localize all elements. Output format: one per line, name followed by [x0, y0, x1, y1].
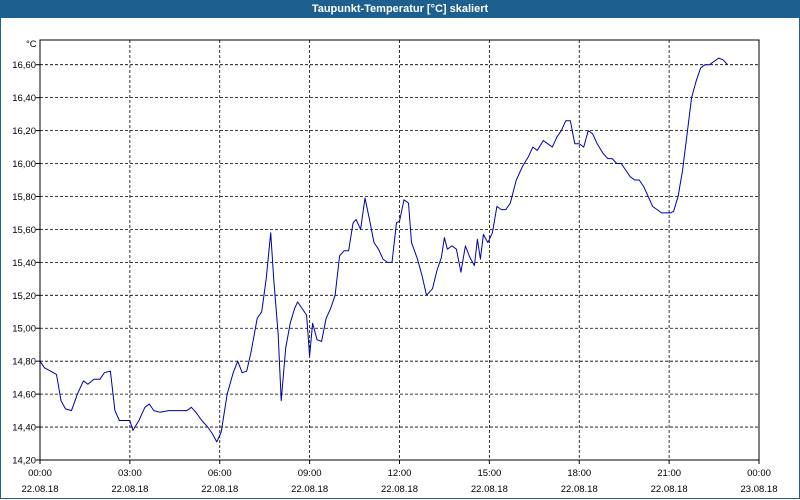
x-tick-date-label: 22.08.18 [381, 484, 418, 495]
y-tick-label: 16,00 [12, 159, 36, 170]
x-tick-time-label: 18:00 [567, 468, 591, 479]
y-tick-label: 15,80 [12, 192, 36, 203]
y-tick-label: 14,80 [12, 357, 36, 368]
y-tick-label: 16,20 [12, 126, 36, 137]
x-tick-date-label: 22.08.18 [201, 484, 238, 495]
x-tick-time-label: 03:00 [118, 468, 142, 479]
y-tick-label: 15,00 [12, 324, 36, 335]
series-line-0 [39, 57, 728, 443]
x-tick-time-label: 00:00 [747, 468, 771, 479]
series-layer [39, 57, 728, 443]
x-tick-time-label: 06:00 [208, 468, 232, 479]
y-axis-unit-label: °C [26, 39, 37, 50]
y-tick-label: 14,20 [12, 456, 36, 467]
y-tick-label: 14,40 [12, 423, 36, 434]
x-tick-date-label: 22.08.18 [651, 484, 688, 495]
y-tick-label: 16,60 [12, 60, 36, 71]
y-tick-label: 15,60 [12, 225, 36, 236]
x-axis-ticks: 00:00 22.08.18 03:00 22.08.18 06:00 22.08.18 0… [22, 460, 778, 495]
y-tick-label: 15,40 [12, 258, 36, 269]
y-tick-label: 15,20 [12, 291, 36, 302]
x-tick-time-label: 21:00 [657, 468, 681, 479]
y-axis-ticks: 16,60 16,40 16,20 16,00 15,80 15,60 15,40 15,20… [12, 60, 40, 467]
x-tick-time-label: 09:00 [298, 468, 322, 479]
x-tick-date-label: 22.08.18 [561, 484, 598, 495]
x-tick-date-label: 22.08.18 [471, 484, 508, 495]
y-tick-label: 16,40 [12, 93, 36, 104]
y-tick-label: 14,60 [12, 390, 36, 401]
x-tick-time-label: 15:00 [477, 468, 501, 479]
x-tick-date-label: 22.08.18 [22, 484, 59, 495]
x-tick-date-label: 23.08.18 [741, 484, 778, 495]
x-tick-time-label: 00:00 [28, 468, 52, 479]
grid-lines [39, 40, 760, 461]
line-chart: 16,60 16,40 16,20 16,00 15,80 15,60 15,40 15,20… [12, 39, 778, 495]
x-tick-time-label: 12:00 [388, 468, 412, 479]
x-tick-date-label: 22.08.18 [291, 484, 328, 495]
x-tick-date-label: 22.08.18 [111, 484, 148, 495]
